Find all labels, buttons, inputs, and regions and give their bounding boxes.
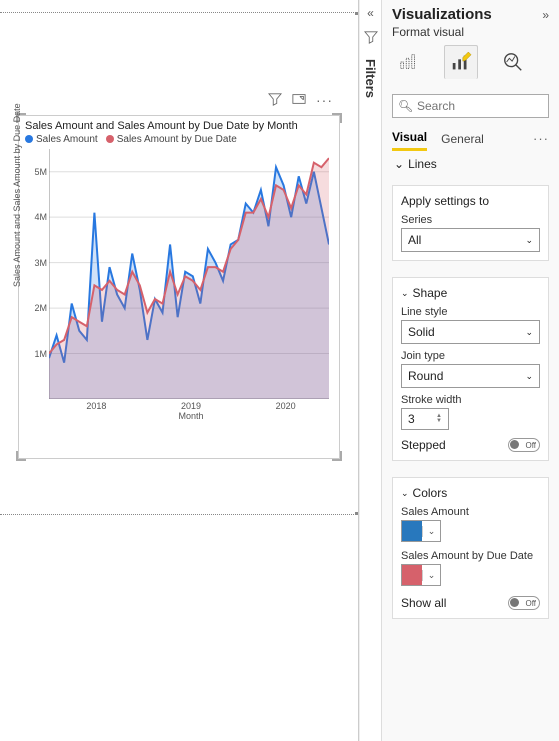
subtab-more-icon[interactable]: ··· <box>533 131 549 146</box>
stepped-toggle[interactable]: Off <box>508 438 540 452</box>
chevron-down-icon: ⌄ <box>401 488 409 499</box>
resize-handle-br[interactable] <box>332 451 342 461</box>
visualizations-panel: Visualizations » Format visual ⌃ 🔍︎ Visu… <box>381 0 559 741</box>
color1-picker[interactable]: ⌄ <box>401 520 441 542</box>
x-axis-ticks: 201820192020 <box>49 399 333 411</box>
color1-swatch <box>402 521 422 541</box>
shape-section: ⌄ Shape Line style Solid ⌄ Join type Rou… <box>392 277 549 461</box>
report-canvas[interactable]: ··· Sales Amount and Sales Amount by Due… <box>0 0 359 741</box>
series-value: All <box>408 233 421 247</box>
show-all-value: Off <box>525 599 536 608</box>
collapse-chevron-icon[interactable]: « <box>367 6 374 20</box>
search-icon: 🔍︎ <box>398 99 413 113</box>
line-style-value: Solid <box>408 325 435 339</box>
format-visual-tab[interactable] <box>444 45 478 79</box>
series-dropdown[interactable]: All ⌄ <box>401 228 540 252</box>
x-axis-title: Month <box>49 411 333 421</box>
show-all-toggle[interactable]: Off <box>508 596 540 610</box>
series-label: Series <box>401 214 540 226</box>
chart-visual[interactable]: ··· Sales Amount and Sales Amount by Due… <box>18 115 340 459</box>
stepped-value: Off <box>525 441 536 450</box>
stroke-width-input[interactable]: 3 ▲▼ <box>401 408 449 430</box>
chevron-down-icon: ⌄ <box>401 288 409 299</box>
panel-subtitle: Format visual <box>382 25 559 45</box>
chart-plot-area <box>49 149 329 399</box>
join-type-value: Round <box>408 369 443 383</box>
color2-picker[interactable]: ⌄ <box>401 564 441 586</box>
resize-handle-bl[interactable] <box>16 451 26 461</box>
legend-item-1: Sales Amount <box>36 134 98 145</box>
colors-label: Colors <box>413 486 448 500</box>
resize-handle-tr[interactable] <box>332 113 342 123</box>
color2-label: Sales Amount by Due Date <box>401 550 540 562</box>
lines-label: Lines <box>408 157 437 171</box>
y-axis-ticks: 1M2M3M4M5M <box>21 149 47 405</box>
chevron-down-icon: ⌄ <box>422 526 440 537</box>
visual-subtab[interactable]: Visual <box>392 126 427 151</box>
legend-item-2: Sales Amount by Due Date <box>117 134 237 145</box>
colors-section: ⌄ Colors Sales Amount ⌄ Sales Amount by … <box>392 477 549 619</box>
build-visual-tab[interactable] <box>392 45 426 79</box>
color2-swatch <box>402 565 422 585</box>
analytics-tab[interactable] <box>496 45 530 79</box>
apply-settings-label: Apply settings to <box>401 194 540 208</box>
lines-section-header[interactable]: ⌄ Lines <box>382 151 559 177</box>
stroke-width-label: Stroke width <box>401 394 540 406</box>
chevron-down-icon: ⌄ <box>525 371 533 382</box>
filters-pane-icon[interactable] <box>364 30 378 49</box>
expand-chevron-icon[interactable]: » <box>542 8 549 22</box>
spin-down-icon[interactable]: ▼ <box>436 419 442 424</box>
chevron-down-icon: ⌄ <box>525 235 533 246</box>
chevron-down-icon: ⌄ <box>525 327 533 338</box>
colors-section-header[interactable]: ⌄ Colors <box>401 486 540 500</box>
filters-label[interactable]: Filters <box>363 59 378 98</box>
stroke-width-value: 3 <box>408 412 415 426</box>
chevron-down-icon: ⌄ <box>394 157 404 171</box>
search-input[interactable] <box>392 94 549 118</box>
line-style-label: Line style <box>401 306 540 318</box>
more-options-icon[interactable]: ··· <box>316 92 333 111</box>
filter-icon[interactable] <box>268 92 282 111</box>
shape-label: Shape <box>413 286 448 300</box>
apply-settings-section: Apply settings to Series All ⌄ <box>392 185 549 261</box>
collapse-bar: « Filters <box>359 0 381 741</box>
line-style-dropdown[interactable]: Solid ⌄ <box>401 320 540 344</box>
chevron-down-icon: ⌄ <box>422 570 440 581</box>
stepped-label: Stepped <box>401 438 446 452</box>
chart-legend: Sales Amount Sales Amount by Due Date <box>19 134 339 149</box>
join-type-label: Join type <box>401 350 540 362</box>
general-subtab[interactable]: General <box>441 128 484 150</box>
color1-label: Sales Amount <box>401 506 540 518</box>
join-type-dropdown[interactable]: Round ⌄ <box>401 364 540 388</box>
chart-title: Sales Amount and Sales Amount by Due Dat… <box>19 116 339 134</box>
show-all-label: Show all <box>401 596 446 610</box>
panel-title: Visualizations <box>392 6 492 23</box>
focus-mode-icon[interactable] <box>292 92 306 111</box>
shape-section-header[interactable]: ⌄ Shape <box>401 286 540 300</box>
